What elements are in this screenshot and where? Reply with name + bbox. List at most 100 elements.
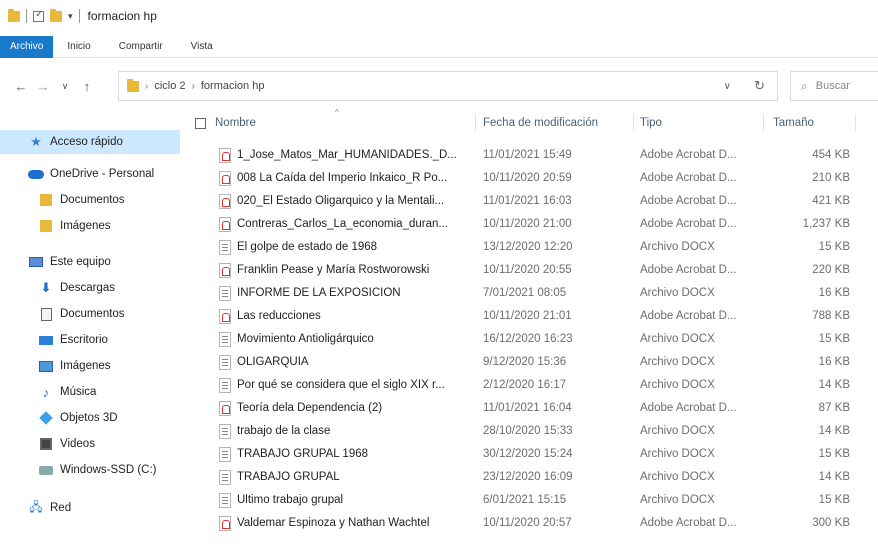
chevron-right-icon[interactable]: › bbox=[192, 81, 195, 92]
sidebar-item-documentos-onedrive[interactable]: Documentos bbox=[0, 188, 180, 212]
new-folder-icon[interactable] bbox=[50, 8, 62, 22]
chevron-down-icon[interactable]: ▾ bbox=[68, 11, 73, 22]
column-header-name[interactable]: Nombre bbox=[215, 110, 475, 136]
sidebar-item-escritorio[interactable]: Escritorio bbox=[0, 328, 180, 352]
file-row[interactable]: Contreras_Carlos_La_economia_duran... 10/… bbox=[185, 213, 878, 235]
sidebar-item-documentos[interactable]: Documentos bbox=[0, 302, 180, 326]
sidebar-item-onedrive[interactable]: OneDrive - Personal bbox=[0, 162, 180, 186]
tab-compartir[interactable]: Compartir bbox=[105, 36, 177, 58]
sidebar-item-musica[interactable]: ♪ Música bbox=[0, 380, 180, 404]
column-divider[interactable] bbox=[855, 114, 856, 132]
file-row[interactable]: Las reducciones 10/11/2020 21:01 Adobe Acr… bbox=[185, 305, 878, 327]
file-date: 11/01/2021 16:03 bbox=[483, 195, 572, 207]
docx-file-icon bbox=[219, 286, 231, 301]
sidebar-item-acceso-rapido[interactable]: ★ Acceso rápido bbox=[0, 130, 180, 154]
file-row[interactable]: trabajo de la clase 28/10/2020 15:33 Archi… bbox=[185, 420, 878, 442]
file-row[interactable]: El golpe de estado de 1968 13/12/2020 12:… bbox=[185, 236, 878, 258]
pictures-icon bbox=[38, 359, 54, 373]
file-date: 13/12/2020 12:20 bbox=[483, 241, 573, 253]
file-name: TRABAJO GRUPAL 1968 bbox=[237, 448, 369, 460]
pdf-file-icon bbox=[219, 171, 231, 186]
file-row[interactable]: 008 La Caída del Imperio Inkaico_R Po...… bbox=[185, 167, 878, 189]
properties-check-icon[interactable] bbox=[33, 9, 44, 22]
file-row[interactable]: INFORME DE LA EXPOSICIÓN 7/01/2021 08:05 A… bbox=[185, 282, 878, 304]
forward-arrow-icon[interactable]: → bbox=[32, 79, 54, 94]
file-size: 87 KB bbox=[818, 402, 850, 414]
file-size: 15 KB bbox=[818, 333, 850, 345]
file-name: Por qué se considera que el siglo XIX r.… bbox=[237, 379, 445, 391]
file-name: 008 La Caída del Imperio Inkaico_R Po... bbox=[237, 172, 448, 184]
sidebar-item-label: Escritorio bbox=[60, 334, 108, 346]
sidebar-item-label: Windows-SSD (C:) bbox=[60, 464, 157, 476]
column-divider[interactable] bbox=[763, 114, 764, 132]
file-row[interactable]: Último trabajo grupal 6/01/2021 15:15 Arch… bbox=[185, 489, 878, 511]
pdf-file-icon bbox=[219, 217, 231, 232]
file-name: Franklin Pease y María Rostworowski bbox=[237, 264, 430, 276]
file-row[interactable]: Por qué se considera que el siglo XIX r.… bbox=[185, 374, 878, 396]
file-type: Archivo DOCX bbox=[640, 425, 715, 437]
search-box[interactable]: ⌕ Buscar bbox=[790, 71, 878, 101]
sidebar-item-label: Documentos bbox=[60, 308, 125, 320]
sidebar-item-label: Objetos 3D bbox=[60, 412, 118, 424]
folder-icon bbox=[38, 193, 54, 207]
file-row[interactable]: 1_Jose_Matos_Mar_HUMANIDADES._D... 11/01/… bbox=[185, 144, 878, 166]
file-row[interactable]: TRABAJO GRUPAL 23/12/2020 16:09 Archivo DO… bbox=[185, 466, 878, 488]
chevron-right-icon[interactable]: › bbox=[145, 81, 148, 92]
sidebar-item-imagenes[interactable]: Imágenes bbox=[0, 354, 180, 378]
file-name: Movimiento Antioligárquico bbox=[237, 333, 374, 345]
column-divider[interactable] bbox=[475, 114, 476, 132]
docx-file-icon bbox=[219, 240, 231, 255]
docx-file-icon bbox=[219, 332, 231, 347]
sidebar-item-label: Imágenes bbox=[60, 360, 111, 372]
breadcrumb-formacion-hp[interactable]: formacion hp bbox=[201, 80, 265, 92]
sidebar-item-imagenes-onedrive[interactable]: Imágenes bbox=[0, 214, 180, 238]
docx-file-icon bbox=[219, 470, 231, 485]
computer-icon bbox=[28, 255, 44, 269]
pdf-file-icon bbox=[219, 401, 231, 416]
drive-icon bbox=[38, 463, 54, 477]
refresh-icon[interactable]: ↻ bbox=[754, 78, 765, 94]
file-row[interactable]: Movimiento Antioligárquico 16/12/2020 16:… bbox=[185, 328, 878, 350]
file-row[interactable]: Teoría dela Dependencia (2) 11/01/2021 16… bbox=[185, 397, 878, 419]
column-header-date[interactable]: Fecha de modificación bbox=[483, 110, 633, 136]
file-row[interactable]: OLIGARQUÍA 9/12/2020 15:36 Archivo DOCX 16 … bbox=[185, 351, 878, 373]
sidebar-item-descargas[interactable]: ⬇ Descargas bbox=[0, 276, 180, 300]
sidebar-item-objetos-3d[interactable]: Objetos 3D bbox=[0, 406, 180, 430]
breadcrumb-ciclo-2[interactable]: ciclo 2 bbox=[154, 80, 185, 92]
column-header-size[interactable]: Tamaño bbox=[773, 110, 853, 136]
docx-file-icon bbox=[219, 447, 231, 462]
file-date: 2/12/2020 16:17 bbox=[483, 379, 567, 391]
tab-archivo[interactable]: Archivo bbox=[0, 35, 54, 58]
back-arrow-icon[interactable]: ← bbox=[10, 79, 32, 94]
sidebar-item-label: OneDrive - Personal bbox=[50, 168, 155, 180]
up-arrow-icon[interactable]: ↑ bbox=[76, 79, 98, 94]
sidebar-item-windows-ssd[interactable]: Windows-SSD (C:) bbox=[0, 458, 180, 482]
select-all-checkbox[interactable] bbox=[195, 118, 206, 129]
file-row[interactable]: Valdemar Espinoza y Nathan Wachtel 10/11/… bbox=[185, 512, 878, 534]
tab-vista[interactable]: Vista bbox=[177, 36, 227, 58]
file-name: Valdemar Espinoza y Nathan Wachtel bbox=[237, 517, 430, 529]
file-date: 9/12/2020 15:36 bbox=[483, 356, 567, 368]
pdf-file-icon bbox=[219, 309, 231, 324]
file-date: 10/11/2020 20:59 bbox=[483, 172, 572, 184]
file-size: 15 KB bbox=[818, 494, 850, 506]
column-header-type[interactable]: Tipo bbox=[640, 110, 760, 136]
file-row[interactable]: 020_El Estado Oligarquico y la Mentali..… bbox=[185, 190, 878, 212]
file-type: Adobe Acrobat D... bbox=[640, 218, 737, 230]
file-row[interactable]: Franklin Pease y María Rostworowski 10/11… bbox=[185, 259, 878, 281]
column-divider[interactable] bbox=[633, 114, 634, 132]
file-name: INFORME DE LA EXPOSICIÓN bbox=[237, 287, 401, 299]
sidebar-item-este-equipo[interactable]: Este equipo bbox=[0, 250, 180, 274]
tab-inicio[interactable]: Inicio bbox=[53, 36, 104, 58]
sidebar-item-red[interactable]: 🖧 Red bbox=[0, 496, 180, 520]
address-dropdown-icon[interactable]: ∨ bbox=[724, 81, 731, 92]
sidebar-item-label: Música bbox=[60, 386, 97, 398]
cube-icon bbox=[38, 411, 54, 425]
sidebar-item-videos[interactable]: Videos bbox=[0, 432, 180, 456]
sidebar-item-label: Imágenes bbox=[60, 220, 111, 232]
file-row[interactable]: TRABAJO GRUPAL 1968 30/12/2020 15:24 Archi… bbox=[185, 443, 878, 465]
recent-locations-chevron-icon[interactable]: ∨ bbox=[54, 81, 76, 92]
file-type: Archivo DOCX bbox=[640, 448, 715, 460]
title-bar: ▾ formacion hp bbox=[0, 0, 878, 32]
address-bar[interactable]: › ciclo 2 › formacion hp ∨ ↻ bbox=[118, 71, 778, 101]
